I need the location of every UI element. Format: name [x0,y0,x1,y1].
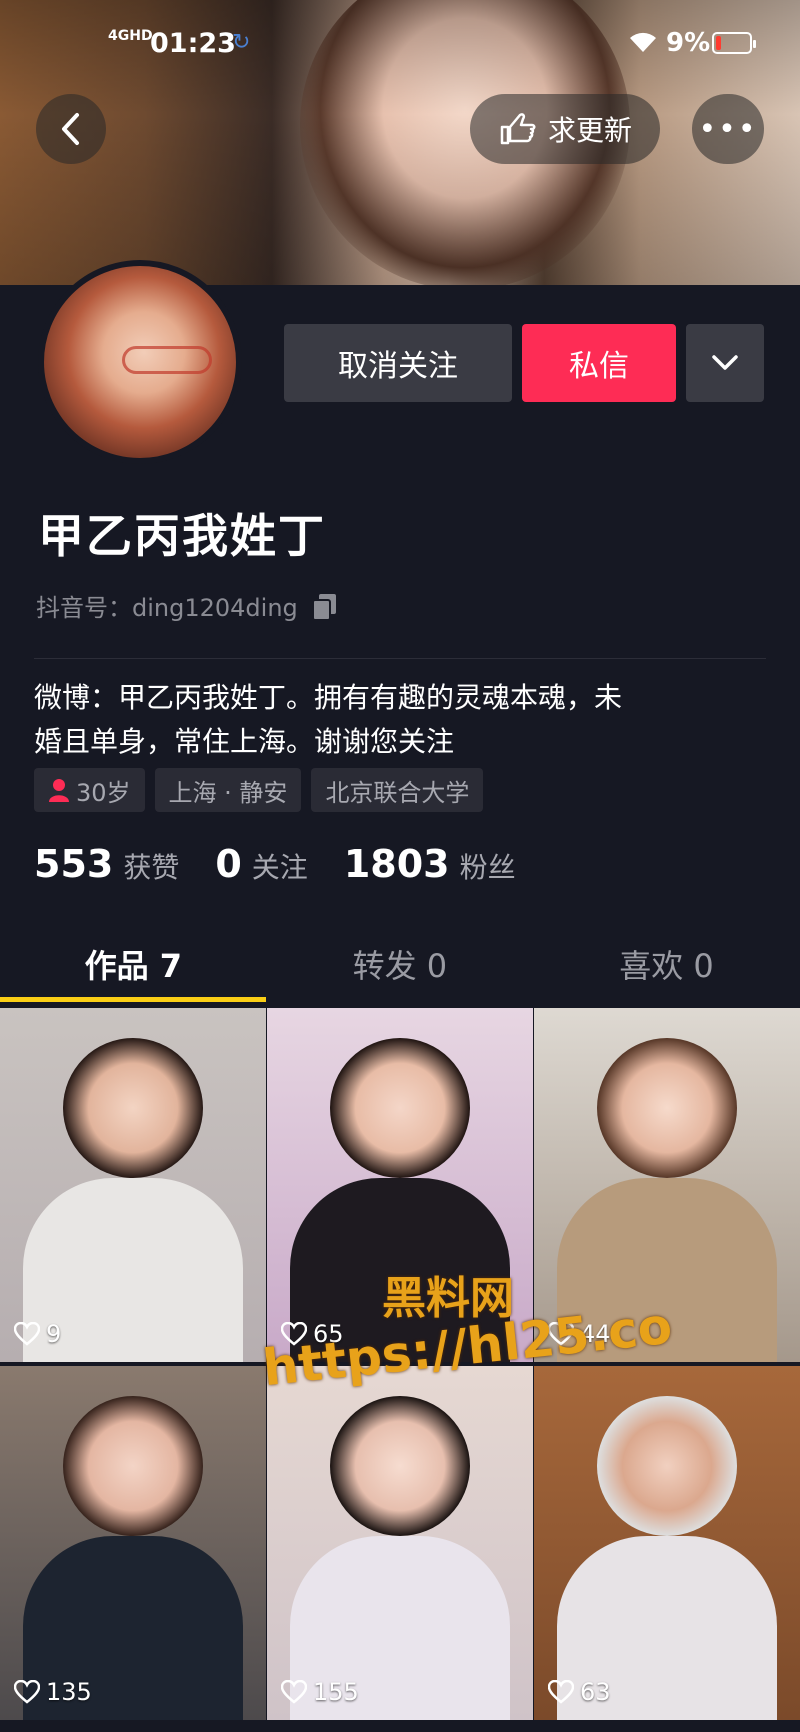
video-likes: 65 [281,1320,344,1348]
age-label: 30岁 [76,778,131,807]
video-likes-count: 63 [580,1678,611,1706]
divider [34,658,766,659]
female-person-icon [49,779,69,802]
video-likes: 63 [548,1678,611,1706]
followers-label[interactable]: 粉丝 [460,846,516,886]
age-tag: 30岁 [34,768,145,812]
battery-percent: 9% [666,28,711,58]
video-likes: 155 [281,1678,359,1706]
video-likes-count: 9 [46,1320,62,1348]
status-time: 01:23 [150,28,236,59]
wifi-icon [628,30,658,58]
video-thumbnail[interactable]: 155 [267,1366,533,1720]
followers-count[interactable]: 1803 [344,842,450,886]
avatar[interactable] [38,260,242,464]
video-thumbnail[interactable]: 9 [0,1008,266,1362]
bio-line: 微博：甲乙丙我姓丁。拥有有趣的灵魂本魂，未 [34,681,623,714]
sync-icon: ↻ [232,30,251,55]
video-thumbnail[interactable]: 63 [534,1366,800,1720]
video-likes: 135 [14,1678,92,1706]
tab-likes[interactable]: 喜欢 0 [533,926,800,1002]
video-likes: 9 [14,1320,61,1348]
video-likes-count: 155 [313,1678,359,1706]
battery-icon [712,32,756,54]
status-bar: 4GHD 01:23 ↻ 9% [0,0,800,90]
school-label: 北京联合大学 [325,778,470,807]
profile-stats: 553 获赞 0 关注 1803 粉丝 [34,842,552,886]
douyin-id-text: 抖音号：ding1204ding [36,594,298,622]
message-button[interactable]: 私信 [522,324,676,402]
following-label[interactable]: 关注 [252,846,308,886]
following-count[interactable]: 0 [215,842,241,886]
heart-icon [548,1680,574,1704]
location-label: 上海 · 静安 [168,778,288,807]
tab-works[interactable]: 作品 7 [0,926,267,1002]
chevron-down-icon [712,355,738,370]
more-button[interactable]: ••• [692,94,764,164]
heart-icon [14,1680,40,1704]
nickname: 甲乙丙我姓丁 [38,509,326,563]
heart-icon [281,1680,307,1704]
content-tabs: 作品 7 转发 0 喜欢 0 [0,926,800,1002]
profile-tags: 30岁 上海 · 静安 北京联合大学 [34,768,484,812]
video-likes-count: 44 [580,1320,611,1348]
recommend-dropdown-button[interactable] [686,324,764,402]
school-tag: 北京联合大学 [311,768,484,812]
video-grid: 9 65 44 135 155 63 [0,1008,800,1720]
video-thumbnail[interactable]: 44 [534,1008,800,1362]
location-tag: 上海 · 静安 [154,768,302,812]
hand-point-icon [500,113,536,145]
request-update-label: 求更新 [547,114,632,147]
douyin-id: 抖音号：ding1204ding [36,588,340,623]
network-indicator: 4GHD [108,28,153,44]
bio-line: 婚且单身，常住上海。谢谢您关注 [34,725,455,758]
likes-count: 553 [34,842,114,886]
heart-icon [281,1322,307,1346]
video-thumbnail[interactable]: 135 [0,1366,266,1720]
video-likes-count: 135 [46,1678,92,1706]
back-icon [62,113,79,145]
back-button[interactable] [36,94,106,164]
tab-reposts[interactable]: 转发 0 [267,926,534,1002]
video-likes-count: 65 [313,1320,344,1348]
unfollow-button[interactable]: 取消关注 [284,324,512,402]
likes-label: 获赞 [123,851,180,884]
video-likes: 44 [548,1320,611,1348]
heart-icon [548,1322,574,1346]
more-icon: ••• [698,111,758,147]
bio: 微博：甲乙丙我姓丁。拥有有趣的灵魂本魂，未 婚且单身，常住上海。谢谢您关注 [34,676,734,764]
video-thumbnail[interactable]: 65 [267,1008,533,1362]
request-update-button[interactable]: 求更新 [470,94,660,164]
copy-icon[interactable] [310,591,340,621]
network-label: 4GHD [108,28,153,44]
heart-icon [14,1322,40,1346]
